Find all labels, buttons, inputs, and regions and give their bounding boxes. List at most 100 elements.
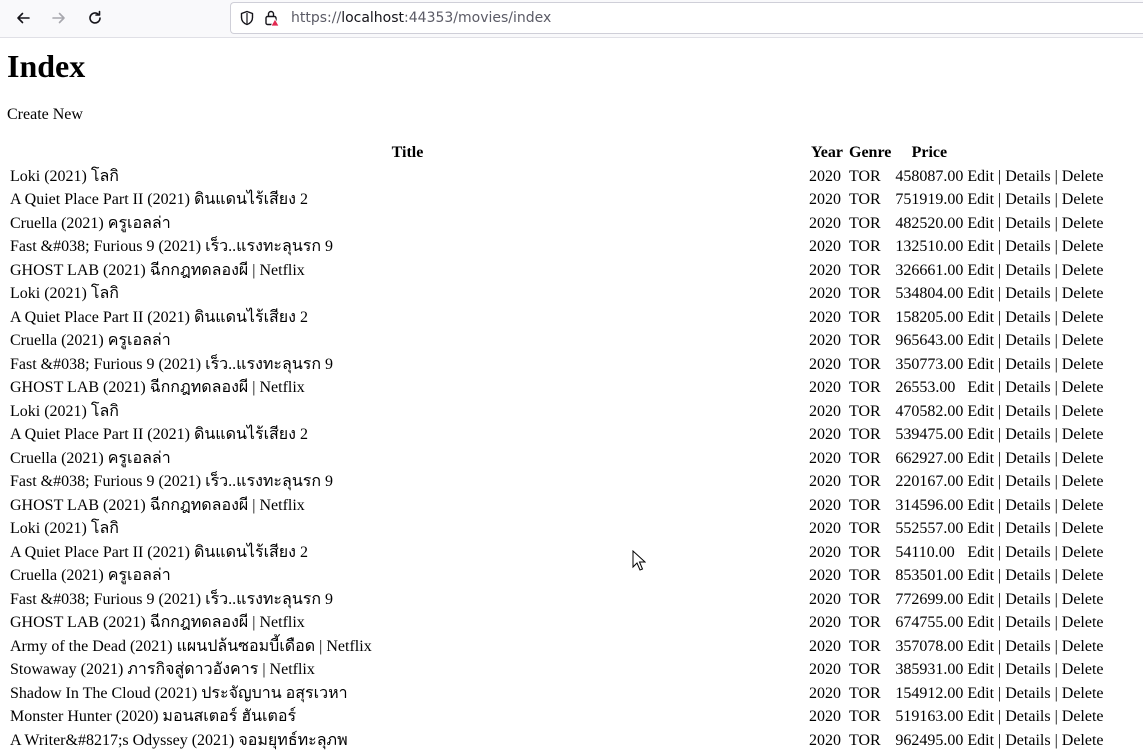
table-row: Fast &#038; Furious 9 (2021) เร็ว..แรงทะ… xyxy=(9,589,1105,611)
delete-link[interactable]: Delete xyxy=(1062,379,1104,396)
edit-link[interactable]: Edit xyxy=(967,450,994,467)
edit-link[interactable]: Edit xyxy=(967,638,994,655)
details-link[interactable]: Details xyxy=(1005,708,1050,725)
details-link[interactable]: Details xyxy=(1005,614,1050,631)
create-new-link[interactable]: Create New xyxy=(7,105,83,125)
delete-link[interactable]: Delete xyxy=(1062,262,1104,279)
details-link[interactable]: Details xyxy=(1005,638,1050,655)
delete-link[interactable]: Delete xyxy=(1062,661,1104,678)
edit-link[interactable]: Edit xyxy=(967,403,994,420)
delete-link[interactable]: Delete xyxy=(1062,638,1104,655)
cell-genre: TOR xyxy=(849,567,881,584)
cell-title: Loki (2021) โลกิ xyxy=(10,402,119,420)
delete-link[interactable]: Delete xyxy=(1062,591,1104,608)
cell-title: Fast &#038; Furious 9 (2021) เร็ว..แรงทะ… xyxy=(10,590,334,608)
reload-button[interactable] xyxy=(83,6,107,30)
delete-link[interactable]: Delete xyxy=(1062,356,1104,373)
details-link[interactable]: Details xyxy=(1005,520,1050,537)
edit-link[interactable]: Edit xyxy=(967,497,994,514)
delete-link[interactable]: Delete xyxy=(1062,426,1104,443)
delete-link[interactable]: Delete xyxy=(1062,732,1104,749)
details-link[interactable]: Details xyxy=(1005,450,1050,467)
details-link[interactable]: Details xyxy=(1005,544,1050,561)
back-button[interactable] xyxy=(11,6,35,30)
delete-link[interactable]: Delete xyxy=(1062,238,1104,255)
delete-link[interactable]: Delete xyxy=(1062,215,1104,232)
details-link[interactable]: Details xyxy=(1005,285,1050,302)
cell-title: A Quiet Place Part II (2021) ดินแดนไร้เส… xyxy=(10,426,308,443)
delete-link[interactable]: Delete xyxy=(1062,168,1104,185)
details-link[interactable]: Details xyxy=(1005,497,1050,514)
details-link[interactable]: Details xyxy=(1005,685,1050,702)
edit-link[interactable]: Edit xyxy=(967,591,994,608)
cell-year: 2020 xyxy=(809,684,841,702)
edit-link[interactable]: Edit xyxy=(967,426,994,443)
delete-link[interactable]: Delete xyxy=(1062,450,1104,467)
separator: | xyxy=(1050,214,1062,232)
arrow-left-icon xyxy=(17,12,30,24)
lock-warning-icon[interactable] xyxy=(264,9,280,27)
cell-title: Loki (2021) โลกิ xyxy=(10,520,119,537)
edit-link[interactable]: Edit xyxy=(967,614,994,631)
details-link[interactable]: Details xyxy=(1005,567,1050,584)
details-link[interactable]: Details xyxy=(1005,732,1050,749)
cell-year: 2020 xyxy=(809,496,841,514)
delete-link[interactable]: Delete xyxy=(1062,285,1104,302)
cell-title: Army of the Dead (2021) แผนปล้นซอมบี้เดื… xyxy=(10,637,372,655)
delete-link[interactable]: Delete xyxy=(1062,309,1104,326)
edit-link[interactable]: Edit xyxy=(967,379,994,396)
delete-link[interactable]: Delete xyxy=(1062,614,1104,631)
details-link[interactable]: Details xyxy=(1005,661,1050,678)
forward-button[interactable] xyxy=(47,6,71,30)
cell-title: Shadow In The Cloud (2021) ประจัญบาน อสุ… xyxy=(10,684,348,702)
details-link[interactable]: Details xyxy=(1005,332,1050,349)
delete-link[interactable]: Delete xyxy=(1062,191,1104,208)
details-link[interactable]: Details xyxy=(1005,262,1050,279)
cell-actions: Edit | Details | Delete xyxy=(966,354,1104,376)
details-link[interactable]: Details xyxy=(1005,168,1050,185)
edit-link[interactable]: Edit xyxy=(967,544,994,561)
edit-link[interactable]: Edit xyxy=(967,168,994,185)
details-link[interactable]: Details xyxy=(1005,403,1050,420)
delete-link[interactable]: Delete xyxy=(1062,473,1104,490)
delete-link[interactable]: Delete xyxy=(1062,497,1104,514)
cell-year: 2020 xyxy=(809,238,841,255)
delete-link[interactable]: Delete xyxy=(1062,708,1104,725)
url-text[interactable]: https://localhost:44353/movies/index xyxy=(291,10,551,26)
edit-link[interactable]: Edit xyxy=(967,332,994,349)
edit-link[interactable]: Edit xyxy=(967,685,994,702)
cell-price: 853501.00 xyxy=(895,567,964,584)
details-link[interactable]: Details xyxy=(1005,379,1050,396)
edit-link[interactable]: Edit xyxy=(967,262,994,279)
table-row: A Quiet Place Part II (2021) ดินแดนไร้เส… xyxy=(9,542,1105,564)
edit-link[interactable]: Edit xyxy=(967,567,994,584)
details-link[interactable]: Details xyxy=(1005,309,1050,326)
edit-link[interactable]: Edit xyxy=(967,473,994,490)
edit-link[interactable]: Edit xyxy=(967,238,994,255)
edit-link[interactable]: Edit xyxy=(967,356,994,373)
shield-icon[interactable] xyxy=(239,10,255,26)
details-link[interactable]: Details xyxy=(1005,591,1050,608)
details-link[interactable]: Details xyxy=(1005,191,1050,208)
details-link[interactable]: Details xyxy=(1005,473,1050,490)
edit-link[interactable]: Edit xyxy=(967,661,994,678)
edit-link[interactable]: Edit xyxy=(967,520,994,537)
edit-link[interactable]: Edit xyxy=(967,309,994,326)
delete-link[interactable]: Delete xyxy=(1062,567,1104,584)
address-bar[interactable]: https://localhost:44353/movies/index xyxy=(230,2,1143,34)
delete-link[interactable]: Delete xyxy=(1062,685,1104,702)
cell-genre: TOR xyxy=(849,402,881,420)
edit-link[interactable]: Edit xyxy=(967,191,994,208)
delete-link[interactable]: Delete xyxy=(1062,520,1104,537)
delete-link[interactable]: Delete xyxy=(1062,544,1104,561)
details-link[interactable]: Details xyxy=(1005,356,1050,373)
details-link[interactable]: Details xyxy=(1005,238,1050,255)
edit-link[interactable]: Edit xyxy=(967,708,994,725)
delete-link[interactable]: Delete xyxy=(1062,403,1104,420)
details-link[interactable]: Details xyxy=(1005,426,1050,443)
edit-link[interactable]: Edit xyxy=(967,285,994,302)
details-link[interactable]: Details xyxy=(1005,215,1050,232)
edit-link[interactable]: Edit xyxy=(967,732,994,749)
delete-link[interactable]: Delete xyxy=(1062,332,1104,349)
edit-link[interactable]: Edit xyxy=(967,215,994,232)
